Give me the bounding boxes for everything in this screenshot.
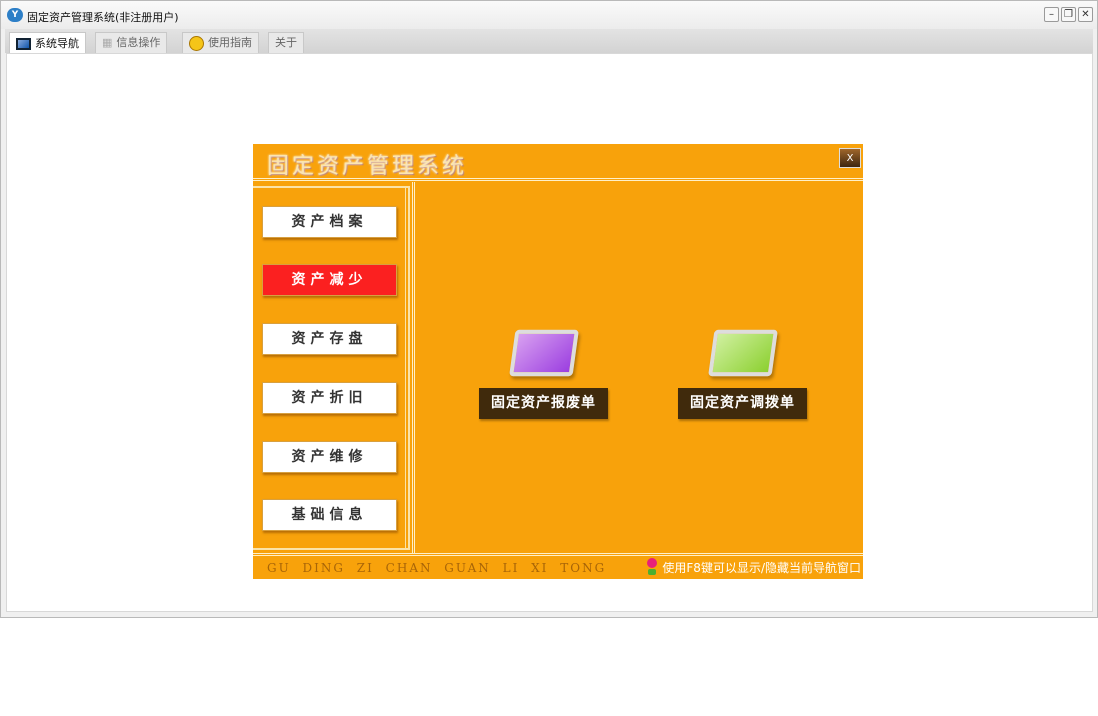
panel-title: 固定资产管理系统	[267, 154, 468, 179]
tab-info-ops[interactable]: ▦ 信息操作	[95, 32, 168, 53]
nav-asset-repair[interactable]: 资产维修	[262, 441, 397, 473]
tab-bar: 系统导航 ▦ 信息操作 使用指南 关于	[5, 29, 1093, 54]
monitor-icon	[16, 37, 31, 50]
tab-guide[interactable]: 使用指南	[182, 32, 259, 53]
help-icon	[189, 35, 204, 51]
scrap-form-label: 固定资产报废单	[479, 388, 608, 419]
footer-pinyin: GU DING ZI CHAN GUAN LI XI TONG	[267, 561, 607, 575]
tab-label: 关于	[275, 36, 297, 49]
nav-frame	[253, 186, 410, 550]
panel-close-button[interactable]: X	[839, 148, 861, 168]
nav-asset-depreciation[interactable]: 资产折旧	[262, 382, 397, 414]
hint-text: 使用F8键可以显示/隐藏当前导航窗口	[662, 560, 861, 575]
tab-label: 信息操作	[116, 36, 161, 49]
divider	[253, 178, 863, 181]
restore-button[interactable]: ❐	[1061, 7, 1076, 22]
title-bar: Y 固定资产管理系统(非注册用户) – ❐ ✕	[1, 1, 1097, 29]
nav-asset-archive[interactable]: 资产档案	[262, 206, 397, 238]
window-title: 固定资产管理系统(非注册用户)	[27, 11, 179, 24]
tab-system-nav[interactable]: 系统导航	[9, 32, 86, 54]
divider	[412, 182, 415, 554]
nav-asset-inventory[interactable]: 资产存盘	[262, 323, 397, 355]
app-logo-icon: Y	[7, 8, 23, 22]
transfer-form-item[interactable]: 固定资产调拨单	[678, 329, 807, 419]
tab-label: 系统导航	[35, 36, 79, 50]
nav-basic-info[interactable]: 基础信息	[262, 499, 397, 531]
nav-panel: 固定资产管理系统 X 资产档案 资产减少 资产存盘 资产折旧 资产维修 基础信息…	[253, 144, 863, 579]
scrap-form-item[interactable]: 固定资产报废单	[479, 329, 608, 419]
tab-about[interactable]: 关于	[268, 32, 304, 53]
grid-icon: ▦	[102, 36, 113, 49]
transfer-form-label: 固定资产调拨单	[678, 388, 807, 419]
divider	[253, 553, 863, 556]
footer-hint: 使用F8键可以显示/隐藏当前导航窗口	[646, 558, 861, 576]
nav-asset-reduction[interactable]: 资产减少	[262, 264, 397, 296]
tab-label: 使用指南	[208, 36, 252, 49]
green-screen-icon	[707, 329, 778, 377]
purple-screen-icon	[508, 329, 579, 377]
close-button[interactable]: ✕	[1078, 7, 1093, 22]
pin-icon	[646, 558, 658, 576]
minimize-button[interactable]: –	[1044, 7, 1059, 22]
